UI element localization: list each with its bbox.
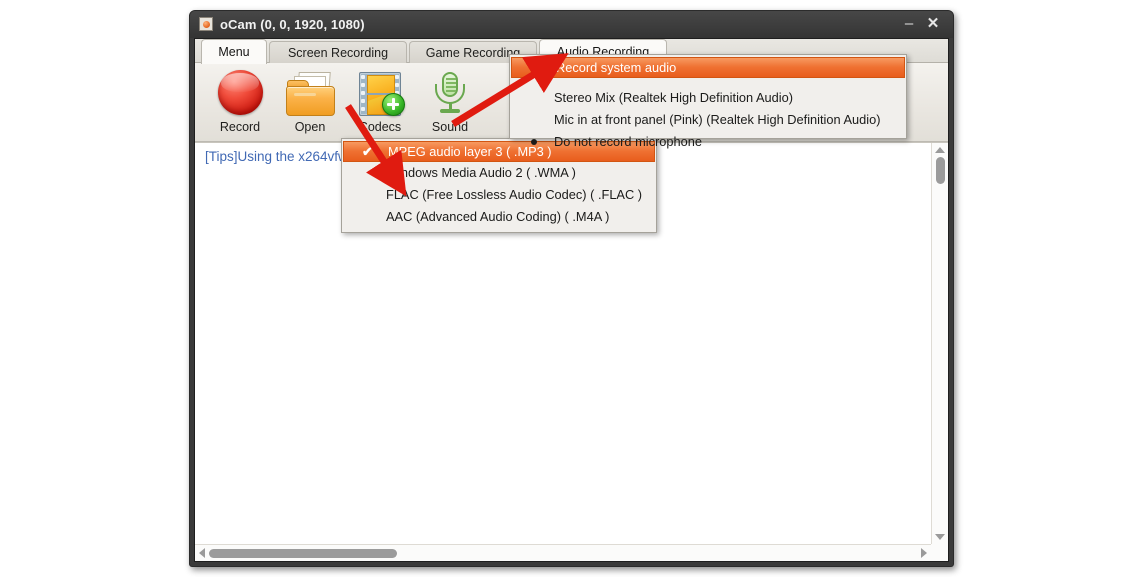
codecs-menu-item-label: AAC (Advanced Audio Coding) ( .M4A ) bbox=[386, 209, 610, 224]
tab-screen-recording[interactable]: Screen Recording bbox=[269, 41, 407, 63]
scroll-down-arrow[interactable] bbox=[932, 530, 948, 544]
scroll-up-arrow[interactable] bbox=[932, 143, 948, 157]
record-button-label: Record bbox=[219, 120, 261, 134]
tips-link[interactable]: [Tips]Using the x264vfw bbox=[205, 149, 348, 164]
record-button[interactable]: Record bbox=[201, 68, 279, 138]
scrollbar-corner bbox=[931, 544, 948, 561]
codecs-menu-item-label: FLAC (Free Lossless Audio Codec) ( .FLAC… bbox=[386, 187, 643, 202]
horizontal-scrollbar[interactable] bbox=[195, 544, 931, 561]
close-button[interactable]: ✕ bbox=[923, 15, 943, 33]
audio-menu-item-label: Mic in at front panel (Pink) (Realtek Hi… bbox=[554, 112, 881, 127]
audio-menu-item-mic-front-panel[interactable]: Mic in at front panel (Pink) (Realtek Hi… bbox=[510, 109, 906, 131]
audio-menu-item-label: Stereo Mix (Realtek High Definition Audi… bbox=[554, 90, 793, 105]
minimize-button[interactable]: – bbox=[899, 15, 919, 33]
tab-menu[interactable]: Menu bbox=[201, 39, 267, 64]
screen-root: oCam (0, 0, 1920, 1080) – ✕ Menu Screen … bbox=[0, 0, 1140, 577]
codecs-button-label: Codecs bbox=[358, 120, 402, 134]
radio-bullet-icon bbox=[531, 139, 537, 145]
title-bar[interactable]: oCam (0, 0, 1920, 1080) – ✕ bbox=[190, 11, 953, 38]
codecs-button[interactable]: Codecs bbox=[341, 68, 419, 138]
codecs-menu-item-aac[interactable]: AAC (Advanced Audio Coding) ( .M4A ) bbox=[342, 206, 656, 228]
audio-menu-item-label: Do not record microphone bbox=[554, 134, 702, 149]
microphone-icon bbox=[426, 71, 474, 117]
codecs-menu-item-wma[interactable]: Windows Media Audio 2 ( .WMA ) bbox=[342, 162, 656, 184]
green-plus-badge-icon bbox=[382, 93, 405, 116]
ocam-app-icon bbox=[199, 17, 213, 31]
audio-menu-item-do-not-record-microphone[interactable]: Do not record microphone bbox=[510, 131, 906, 153]
audio-menu-item-stereo-mix[interactable]: Stereo Mix (Realtek High Definition Audi… bbox=[510, 87, 906, 109]
scroll-left-arrow[interactable] bbox=[195, 545, 209, 561]
codecs-menu-item-label: Windows Media Audio 2 ( .WMA ) bbox=[386, 165, 576, 180]
audio-recording-dropdown-menu[interactable]: ✔ Record system audio Stereo Mix (Realte… bbox=[509, 54, 907, 149]
sound-button-label: Sound bbox=[431, 120, 469, 134]
open-button-label: Open bbox=[294, 120, 326, 134]
record-circle-icon bbox=[217, 70, 263, 115]
sound-button[interactable]: Sound bbox=[411, 68, 489, 138]
check-icon: ✔ bbox=[362, 144, 373, 159]
audio-menu-item-record-system-audio[interactable]: ✔ Record system audio bbox=[511, 57, 905, 78]
codecs-menu-item-flac[interactable]: FLAC (Free Lossless Audio Codec) ( .FLAC… bbox=[342, 184, 656, 206]
window-title: oCam (0, 0, 1920, 1080) bbox=[220, 17, 365, 32]
vertical-scrollbar[interactable] bbox=[931, 143, 948, 544]
audio-menu-item-label: Record system audio bbox=[556, 60, 677, 75]
film-strip-plus-icon bbox=[355, 71, 405, 117]
check-icon: ✔ bbox=[530, 60, 541, 75]
menu-separator-gap bbox=[510, 78, 906, 87]
horizontal-scroll-thumb[interactable] bbox=[209, 549, 397, 558]
open-folder-icon bbox=[285, 72, 335, 116]
vertical-scroll-thumb[interactable] bbox=[936, 157, 945, 184]
scroll-right-arrow[interactable] bbox=[917, 545, 931, 561]
open-button[interactable]: Open bbox=[271, 68, 349, 138]
